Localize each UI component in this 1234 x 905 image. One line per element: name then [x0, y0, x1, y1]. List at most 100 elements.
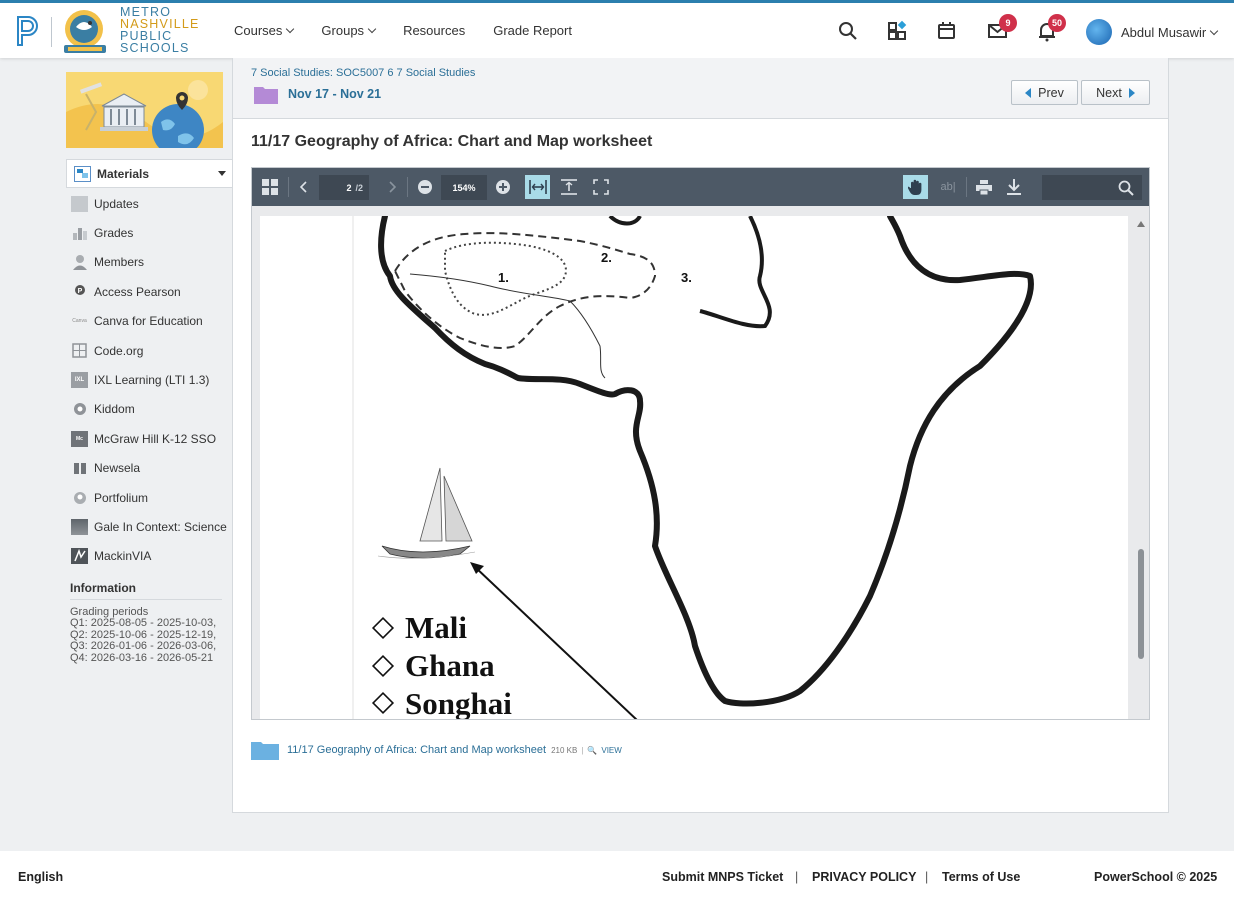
nav-label: Resources: [403, 23, 466, 38]
mcgraw-hill-icon: Mc: [71, 430, 88, 447]
fit-width-icon[interactable]: [525, 175, 550, 199]
terms-of-use-link[interactable]: Terms of Use: [942, 870, 1020, 884]
portfolium-icon: [71, 490, 88, 506]
sidebar-item-gale[interactable]: Gale In Context: Science: [66, 512, 227, 541]
powerschool-logo[interactable]: [14, 13, 44, 49]
search-icon[interactable]: [837, 20, 859, 42]
sidebar-item-materials[interactable]: Materials: [66, 159, 232, 188]
chevron-down-icon: [286, 24, 295, 34]
page-number-input[interactable]: 2/2: [319, 175, 369, 200]
week-title[interactable]: Nov 17 - Nov 21: [288, 87, 381, 101]
canva-icon: Canva: [72, 318, 87, 325]
print-icon[interactable]: [974, 175, 994, 199]
pdf-search-input[interactable]: [1042, 175, 1142, 200]
scroll-up-icon[interactable]: [1137, 221, 1145, 227]
language-selector[interactable]: English: [18, 870, 63, 884]
option-ghana: Ghana: [405, 648, 495, 683]
sidebar-item-label: Grades: [94, 226, 134, 241]
attachment-divider: |: [581, 745, 584, 755]
arrow-right-icon: [1128, 87, 1135, 98]
search-icon[interactable]: [1118, 180, 1134, 196]
prev-button[interactable]: Prev: [1011, 80, 1078, 105]
page-total: /2: [355, 182, 363, 193]
notifications-icon[interactable]: 50: [1036, 14, 1066, 42]
thumbnails-icon[interactable]: [260, 175, 280, 199]
sidebar-item-label: Newsela: [94, 461, 141, 476]
course-image: [66, 72, 223, 148]
pdf-page[interactable]: 1. 2. 3. Mali Ghana Songhai: [260, 216, 1128, 720]
page-title: 11/17 Geography of Africa: Chart and Map…: [251, 133, 653, 150]
fit-page-icon[interactable]: [558, 175, 580, 199]
sidebar-item-grades[interactable]: Grades: [66, 218, 226, 247]
sidebar-item-mcgraw-hill[interactable]: Mc McGraw Hill K-12 SSO: [66, 424, 226, 453]
map-region-label: 3.: [681, 270, 692, 285]
zoom-level[interactable]: 154%: [441, 175, 487, 200]
nav-label: Courses: [234, 23, 283, 38]
pdf-toolbar: 2/2 154% ab|: [252, 168, 1149, 206]
nav-groups[interactable]: Groups: [321, 23, 377, 38]
nav-grade-report[interactable]: Grade Report: [493, 23, 572, 38]
grades-icon: [71, 225, 88, 241]
ixl-icon: IXL: [71, 372, 88, 389]
prev-label: Prev: [1038, 85, 1064, 100]
sidebar-item-ixl[interactable]: IXL IXL Learning (LTI 1.3): [66, 365, 226, 394]
grading-period: Q4: 2026-03-16 - 2026-05-21: [70, 651, 214, 664]
main-nav: Courses Groups Resources Grade Report: [234, 3, 600, 58]
next-button[interactable]: Next: [1081, 80, 1150, 105]
breadcrumb[interactable]: 7 Social Studies: SOC5007 6 7 Social Stu…: [251, 67, 475, 79]
nav-resources[interactable]: Resources: [403, 23, 465, 38]
footer-divider: |: [925, 870, 929, 884]
toolbar-divider: [966, 177, 967, 197]
scrollbar-thumb[interactable]: [1138, 549, 1144, 659]
zoom-in-icon[interactable]: [494, 175, 512, 199]
sidebar-item-code-org[interactable]: Code.org: [66, 336, 226, 365]
sidebar-item-kiddom[interactable]: Kiddom: [66, 395, 226, 424]
caret-down-icon: [218, 171, 226, 176]
code-org-icon: [71, 343, 88, 359]
nav-courses[interactable]: Courses: [234, 23, 295, 38]
sidebar-item-newsela[interactable]: Newsela: [66, 454, 226, 483]
folder-header: 7 Social Studies: SOC5007 6 7 Social Stu…: [233, 58, 1168, 119]
sidebar-item-portfolium[interactable]: Portfolium: [66, 483, 226, 512]
zoom-out-icon[interactable]: [416, 175, 434, 199]
prev-page-icon[interactable]: [296, 175, 312, 199]
pdf-viewer: 2/2 154% ab| 1. 2. 3. Mali Ghana Songhai: [251, 167, 1150, 720]
sidebar-item-label: IXL Learning (LTI 1.3): [94, 373, 210, 388]
pan-tool-icon[interactable]: [903, 175, 928, 199]
attachment-link[interactable]: 11/17 Geography of Africa: Chart and Map…: [287, 744, 546, 756]
copyright: PowerSchool © 2025: [1094, 870, 1218, 884]
information-heading: Information: [70, 581, 222, 600]
next-page-icon[interactable]: [384, 175, 400, 199]
calendar-icon[interactable]: [936, 20, 958, 42]
pdf-scrollbar[interactable]: [1134, 216, 1148, 719]
privacy-policy-link[interactable]: PRIVACY POLICY: [812, 870, 916, 884]
toolbar-divider: [288, 177, 289, 197]
district-logo[interactable]: [60, 7, 112, 57]
sidebar-item-label: McGraw Hill K-12 SSO: [94, 431, 217, 446]
map-region-label: 2.: [601, 250, 612, 265]
user-menu[interactable]: Abdul Musawir: [1086, 19, 1219, 45]
pearson-icon: P: [71, 284, 88, 300]
messages-icon[interactable]: 9: [987, 14, 1017, 42]
apps-icon[interactable]: [887, 20, 909, 42]
view-link[interactable]: VIEW: [601, 746, 621, 755]
download-icon[interactable]: [1004, 175, 1024, 199]
fullscreen-icon[interactable]: [590, 175, 612, 199]
option-songhai: Songhai: [405, 686, 512, 720]
kiddom-icon: [71, 401, 88, 417]
sidebar-item-mackinvia[interactable]: MackinVIA: [66, 542, 226, 571]
materials-icon: [74, 165, 91, 182]
sidebar-item-updates[interactable]: Updates: [66, 189, 226, 218]
grading-period: Q3: 2026-01-06 - 2026-03-06,: [70, 640, 217, 653]
sidebar-item-access-pearson[interactable]: P Access Pearson: [66, 277, 226, 306]
nav-label: Groups: [321, 23, 365, 38]
sidebar-menu: Updates Grades Members P Access Pearson C…: [66, 189, 227, 571]
folder-icon: [254, 87, 278, 104]
text-select-icon[interactable]: ab|: [936, 175, 960, 199]
sidebar-item-canva[interactable]: Canva Canva for Education: [66, 307, 226, 336]
sidebar-item-members[interactable]: Members: [66, 248, 226, 277]
submit-ticket-link[interactable]: Submit MNPS Ticket: [662, 870, 783, 884]
sidebar-item-label: Gale In Context: Science: [94, 519, 227, 534]
newsela-icon: [71, 460, 88, 476]
folder-icon: [251, 742, 279, 760]
